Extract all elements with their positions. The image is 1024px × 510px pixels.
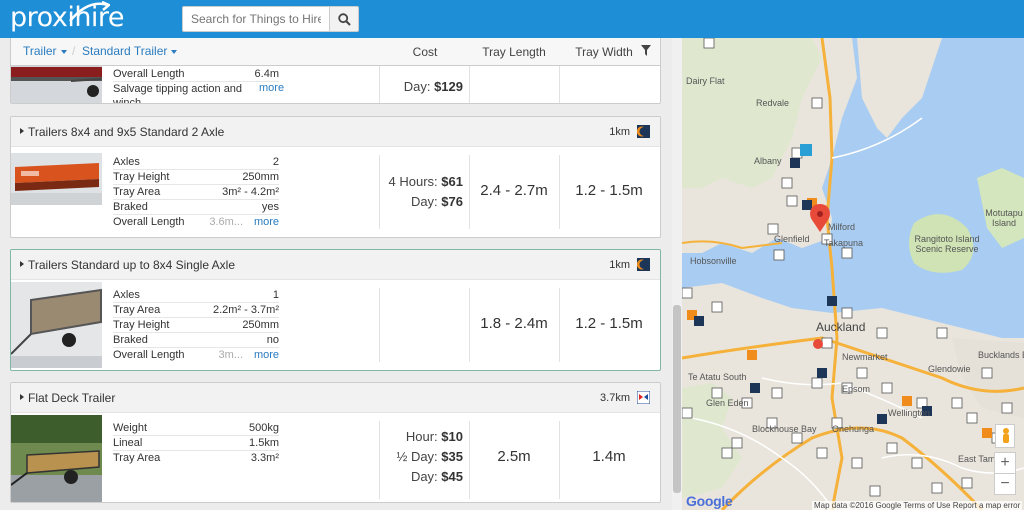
card-header[interactable]: Flat Deck Trailer 3.7km — [11, 383, 660, 413]
map-place-label: Glenfield — [774, 234, 810, 244]
breadcrumb-subcategory[interactable]: Standard Trailer — [82, 44, 178, 58]
spec-row: Axles 2 — [113, 156, 279, 170]
map-place-label: Rangitoto Island Scenic Reserve — [914, 234, 980, 254]
more-link[interactable]: more — [254, 215, 279, 229]
tray-length-value: 1.8 - 2.4m — [480, 315, 548, 332]
top-bar — [0, 0, 1024, 38]
map-place-label: Glen Eden — [706, 398, 749, 408]
spec-row: Overall Length 6.4m — [113, 68, 279, 82]
google-logo: Google — [686, 493, 733, 509]
spec-row: Braked no — [113, 334, 279, 348]
orange-marker-icon — [687, 158, 992, 438]
card-header[interactable]: Trailers Standard up to 8x4 Single Axle … — [11, 250, 660, 280]
column-cost[interactable]: Cost — [381, 45, 469, 59]
column-tray-width[interactable]: Tray Width — [559, 45, 649, 59]
spec-row: Tray Area 2.2m² - 3.7m² — [113, 304, 279, 318]
map-place-label: Epsom — [842, 384, 871, 394]
street-view-pegman-icon[interactable] — [995, 424, 1015, 448]
spec-row: Tray Height 250mm — [113, 171, 279, 185]
listing-title[interactable]: Trailers 8x4 and 9x5 Standard 2 Axle — [28, 125, 224, 139]
spec-row: Weight 500kg — [113, 422, 279, 436]
listing-title[interactable]: Flat Deck Trailer — [28, 391, 115, 405]
spec-list: Axles 2 Tray Height 250mm Tray Area 3m² - 4… — [113, 155, 279, 230]
trailer-photo — [11, 282, 102, 368]
chevron-down-icon — [171, 49, 178, 54]
map-place-label: Blockhouse Bay — [752, 424, 817, 434]
chevron-down-icon — [60, 49, 67, 54]
tray-width-value: 1.4m — [592, 448, 626, 465]
price-block: Hour: $10 ½ Day: $35 Day: $45 — [396, 429, 463, 484]
map-place-label: Onehunga — [832, 424, 875, 434]
expand-caret-icon[interactable] — [20, 394, 24, 400]
column-tray-length[interactable]: Tray Length — [469, 45, 559, 59]
scrollbar-thumb[interactable] — [673, 305, 681, 493]
spec-row: Tray Area 3m² - 4.2m² — [113, 186, 279, 200]
map-markers — [682, 38, 1013, 497]
price-block: Day: $129 — [403, 79, 463, 94]
map-place-label: Takapuna — [824, 238, 864, 248]
tray-width-value: 1.2 - 1.5m — [575, 315, 643, 332]
spec-row: Overall Length 3m... more — [113, 348, 279, 362]
spec-row: Braked yes — [113, 201, 279, 215]
map-place-label: Auckland — [816, 320, 866, 334]
listing-pane[interactable]: Overall Length 6.4m Salvage tipping actio… — [0, 38, 672, 510]
provider-logo-icon — [637, 125, 650, 138]
spec-row: Salvage tipping action and winch... — [113, 83, 243, 104]
map-place-label: Bucklands Beach — [978, 350, 1024, 360]
search-icon — [338, 13, 351, 26]
provider-logo-icon — [637, 258, 650, 271]
spec-row: Overall Length 3.6m... more — [113, 215, 279, 229]
more-link[interactable]: more — [254, 348, 279, 362]
search-input[interactable] — [182, 6, 330, 32]
map-place-label: Redvale — [756, 98, 790, 108]
map-zoom-out-button[interactable]: − — [994, 473, 1016, 495]
tray-width-value: 1.2 - 1.5m — [575, 182, 643, 199]
spec-row: Axles 1 — [113, 289, 279, 303]
listing-title[interactable]: Trailers Standard up to 8x4 Single Axle — [28, 258, 235, 272]
map-place-label: Dairy Flat — [686, 76, 725, 86]
spec-row: Tray Height 250mm — [113, 319, 279, 333]
map-zoom-in-button[interactable]: + — [994, 452, 1016, 474]
logo-swoosh-icon — [69, 1, 110, 22]
map-place-label: Newmarket — [842, 352, 888, 362]
trailer-photo — [11, 153, 102, 205]
map-attribution[interactable]: Map data ©2016 Google Terms of Use Repor… — [812, 501, 1023, 510]
price-block: 4 Hours: $61 Day: $76 — [388, 174, 463, 209]
spec-list: Overall Length 6.4m Salvage tipping actio… — [113, 67, 279, 104]
map-place-label: Te Atatu South — [688, 372, 747, 382]
distance-label: 1km — [609, 259, 630, 271]
map-place-label: Hobsonville — [690, 256, 737, 266]
distance-label: 3.7km — [600, 392, 630, 404]
listing-card[interactable]: Flat Deck Trailer 3.7km Weight 500kg Line… — [10, 382, 661, 503]
spec-list: Weight 500kg Lineal 1.5km Tray Area 3.3m² — [113, 421, 279, 466]
expand-caret-icon[interactable] — [20, 261, 24, 267]
trailer-photo — [11, 415, 102, 502]
card-header[interactable]: Trailers 8x4 and 9x5 Standard 2 Axle 1km — [11, 117, 660, 147]
map[interactable]: Dairy Flat Redvale Albany Glenfield Taka… — [682, 38, 1024, 510]
tray-length-value: 2.5m — [497, 448, 531, 465]
spec-row: Tray Area 3.3m² — [113, 452, 279, 464]
map-place-label: Milford — [828, 222, 856, 232]
spec-row: Lineal 1.5km — [113, 437, 279, 451]
listing-card-selected[interactable]: Trailers Standard up to 8x4 Single Axle … — [10, 249, 661, 371]
distance-label: 1km — [609, 126, 630, 138]
provider-logo-icon — [637, 391, 650, 404]
listing-card[interactable]: Trailers 8x4 and 9x5 Standard 2 Axle 1km… — [10, 116, 661, 238]
column-header: Trailer / Standard Trailer Cost Tray Len… — [10, 38, 661, 66]
tray-length-value: 2.4 - 2.7m — [480, 182, 548, 199]
map-place-label: Wellington — [888, 408, 930, 418]
filter-icon[interactable] — [641, 45, 651, 56]
breadcrumb-separator: / — [72, 44, 76, 58]
map-place-label: Glendowie — [928, 364, 971, 374]
map-place-label: Motutapu Island — [985, 208, 1023, 228]
search-button[interactable] — [329, 6, 359, 32]
map-place-label: Albany — [754, 156, 782, 166]
spec-list: Axles 1 Tray Area 2.2m² - 3.7m² Tray Heigh… — [113, 288, 279, 363]
more-link[interactable]: more — [257, 82, 285, 94]
expand-caret-icon[interactable] — [20, 128, 24, 134]
breadcrumb-category[interactable]: Trailer — [23, 44, 67, 58]
